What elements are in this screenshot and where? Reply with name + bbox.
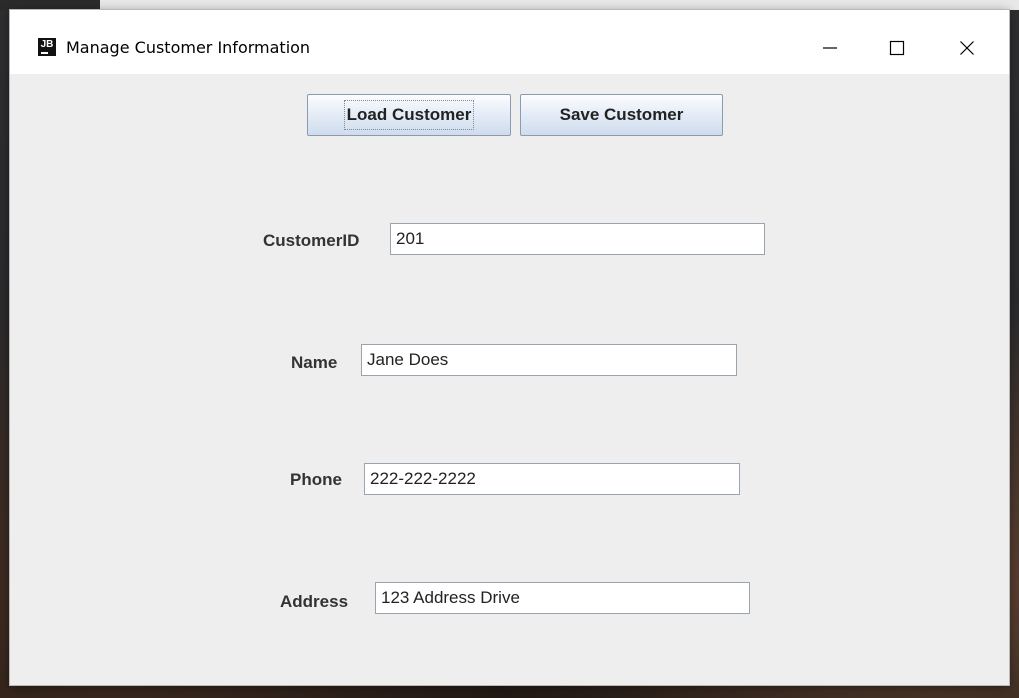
customer-id-label: CustomerID	[263, 231, 360, 250]
name-label: Name	[291, 353, 338, 372]
maximize-button[interactable]	[874, 28, 920, 68]
app-jb-icon: JB	[38, 38, 56, 56]
save-customer-label: Save Customer	[559, 105, 684, 124]
window-title: Manage Customer Information	[66, 38, 311, 57]
desktop-edge-light	[100, 0, 1019, 10]
form-panel: Load Customer Save Customer CustomerID N…	[10, 74, 1009, 685]
app-icon-text: JB	[40, 39, 54, 50]
minimize-button[interactable]	[807, 28, 853, 68]
phone-field[interactable]	[364, 463, 740, 495]
desktop-edge-dark	[0, 0, 100, 10]
close-button[interactable]	[944, 28, 990, 68]
app-icon-underline	[41, 52, 48, 54]
address-field[interactable]	[375, 582, 750, 614]
title-bar[interactable]: JB Manage Customer Information	[10, 10, 1009, 74]
minimize-icon	[823, 47, 837, 49]
phone-label: Phone	[290, 470, 342, 489]
customer-id-field[interactable]	[390, 223, 765, 255]
save-customer-button[interactable]: Save Customer	[520, 94, 723, 136]
load-customer-label: Load Customer	[343, 100, 475, 130]
manage-customer-window: JB Manage Customer Information Load Cust…	[10, 10, 1009, 685]
address-label: Address	[280, 592, 349, 611]
maximize-icon	[889, 40, 905, 56]
load-customer-button[interactable]: Load Customer	[307, 94, 511, 136]
close-icon	[960, 41, 974, 55]
name-field[interactable]	[361, 344, 737, 376]
